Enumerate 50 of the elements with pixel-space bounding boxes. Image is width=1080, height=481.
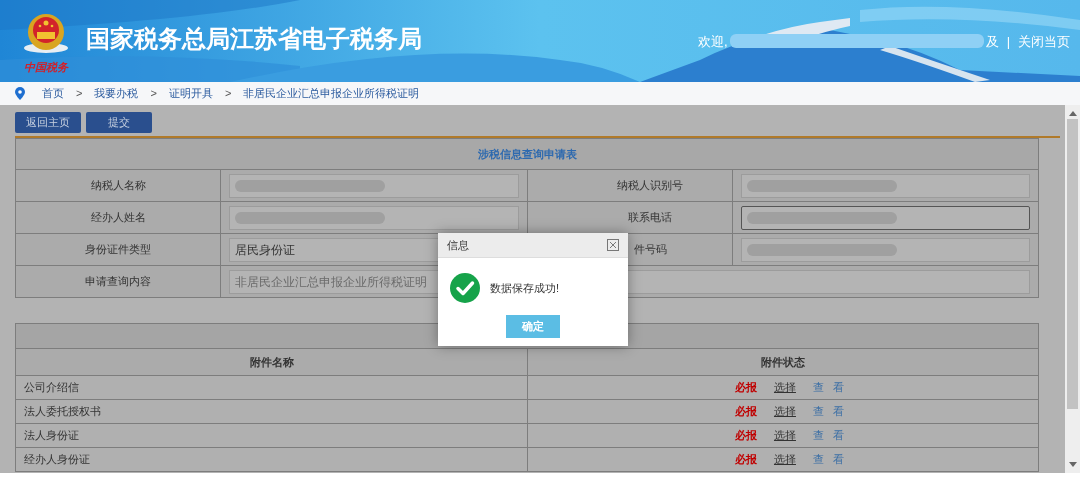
input-field[interactable] bbox=[741, 237, 1030, 262]
breadcrumb-separator: > bbox=[224, 86, 232, 102]
welcome-text: 欢迎, bbox=[698, 34, 728, 48]
breadcrumb-separator: > bbox=[76, 86, 83, 102]
attachment-name: 公司介绍信 bbox=[24, 381, 79, 394]
field-label: 联系电话 bbox=[628, 211, 672, 224]
select-link[interactable]: 选择 bbox=[773, 451, 796, 468]
input-field[interactable] bbox=[229, 173, 519, 198]
column-header: 附件状态 bbox=[761, 355, 805, 368]
select-link[interactable]: 选择 bbox=[773, 403, 796, 420]
column-header: 附件名称 bbox=[249, 355, 294, 368]
input-field[interactable] bbox=[741, 173, 1030, 198]
breadcrumb-separator: > bbox=[150, 86, 157, 102]
field-label: 纳税人名称 bbox=[90, 179, 146, 192]
breadcrumb-link[interactable]: 首页 bbox=[42, 85, 64, 102]
form-title: 涉税信息查询申请表 bbox=[477, 147, 577, 160]
attachment-name: 法人委托授权书 bbox=[24, 405, 101, 418]
dialog-title: 信息 bbox=[447, 237, 469, 253]
field-label: 身份证件类型 bbox=[85, 243, 151, 256]
scroll-down-icon[interactable] bbox=[1068, 462, 1077, 468]
location-pin-icon bbox=[15, 87, 25, 100]
required-tag: 必报 bbox=[734, 379, 757, 396]
select-link[interactable]: 选择 bbox=[773, 379, 796, 396]
input-field[interactable] bbox=[741, 205, 1030, 230]
welcome-text: 及 bbox=[985, 34, 999, 48]
field-label: 经办人姓名 bbox=[90, 211, 146, 224]
toolbar-button[interactable]: 返回主页 bbox=[15, 112, 81, 133]
toolbar-button[interactable]: 提交 bbox=[86, 112, 152, 133]
required-tag: 必报 bbox=[734, 451, 757, 468]
input-field[interactable] bbox=[229, 205, 519, 230]
success-check-icon bbox=[450, 273, 480, 303]
divider-text: | bbox=[1006, 34, 1010, 48]
breadcrumb-link[interactable]: 非居民企业汇总申报企业所得税证明 bbox=[243, 85, 420, 102]
required-tag: 必报 bbox=[734, 403, 757, 420]
close-icon bbox=[607, 239, 619, 251]
required-tag: 必报 bbox=[734, 427, 757, 444]
breadcrumb-link[interactable]: 证明开具 bbox=[168, 85, 213, 102]
attachment-name: 法人身份证 bbox=[24, 429, 79, 442]
scrollbar[interactable] bbox=[1065, 105, 1080, 473]
scroll-up-icon[interactable] bbox=[1068, 110, 1077, 116]
logo-caption: 中国税务 bbox=[24, 62, 68, 73]
site-title: 国家税务总局江苏省电子税务局 bbox=[86, 27, 422, 51]
field-label: 申请查询内容 bbox=[85, 275, 151, 288]
dialog-message: 数据保存成功! bbox=[490, 280, 560, 296]
attachment-name: 经办人身份证 bbox=[24, 453, 90, 466]
field-label: 件号码 bbox=[633, 243, 667, 256]
close-button[interactable] bbox=[607, 239, 619, 251]
select-link[interactable]: 选择 bbox=[773, 427, 796, 444]
breadcrumb-link[interactable]: 我要办税 bbox=[94, 85, 139, 102]
field-label: 纳税人识别号 bbox=[617, 179, 683, 192]
